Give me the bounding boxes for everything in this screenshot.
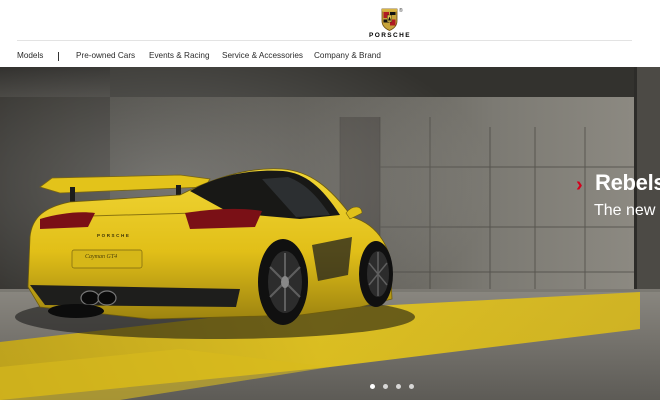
carousel-dot-3[interactable] bbox=[396, 384, 401, 389]
chevron-right-icon: › bbox=[576, 174, 583, 196]
nav-item-models[interactable]: Models bbox=[17, 51, 43, 60]
hero-subheadline: The new C bbox=[594, 202, 660, 219]
car-model-badge: Cayman GT4 bbox=[85, 254, 118, 260]
hero-carousel[interactable]: PORSCHE Cayman GT4 › Rebels The new C bbox=[0, 67, 660, 400]
nav-item-service-accessories[interactable]: Service & Accessories bbox=[222, 51, 303, 60]
nav-item-events-racing[interactable]: Events & Racing bbox=[149, 51, 210, 60]
carousel-dot-1[interactable] bbox=[370, 384, 375, 389]
header-divider bbox=[17, 40, 632, 41]
porsche-wordmark[interactable]: PORSCHE bbox=[360, 32, 420, 39]
nav-item-pre-owned-cars[interactable]: Pre-owned Cars bbox=[76, 51, 135, 60]
nav-item-company-brand[interactable]: Company & Brand bbox=[314, 51, 381, 60]
main-nav: Models Pre-owned Cars Events & Racing Se… bbox=[0, 46, 660, 66]
site-header: ® PORSCHE Models Pre-owned Cars Events &… bbox=[0, 0, 660, 67]
hero-headline: Rebels bbox=[595, 170, 660, 195]
nav-separator bbox=[58, 52, 59, 61]
registered-mark: ® bbox=[399, 8, 403, 14]
carousel-dot-4[interactable] bbox=[409, 384, 414, 389]
porsche-crest-icon[interactable] bbox=[381, 8, 398, 31]
carousel-dot-2[interactable] bbox=[383, 384, 388, 389]
car-brand-lettering: PORSCHE bbox=[97, 233, 131, 238]
